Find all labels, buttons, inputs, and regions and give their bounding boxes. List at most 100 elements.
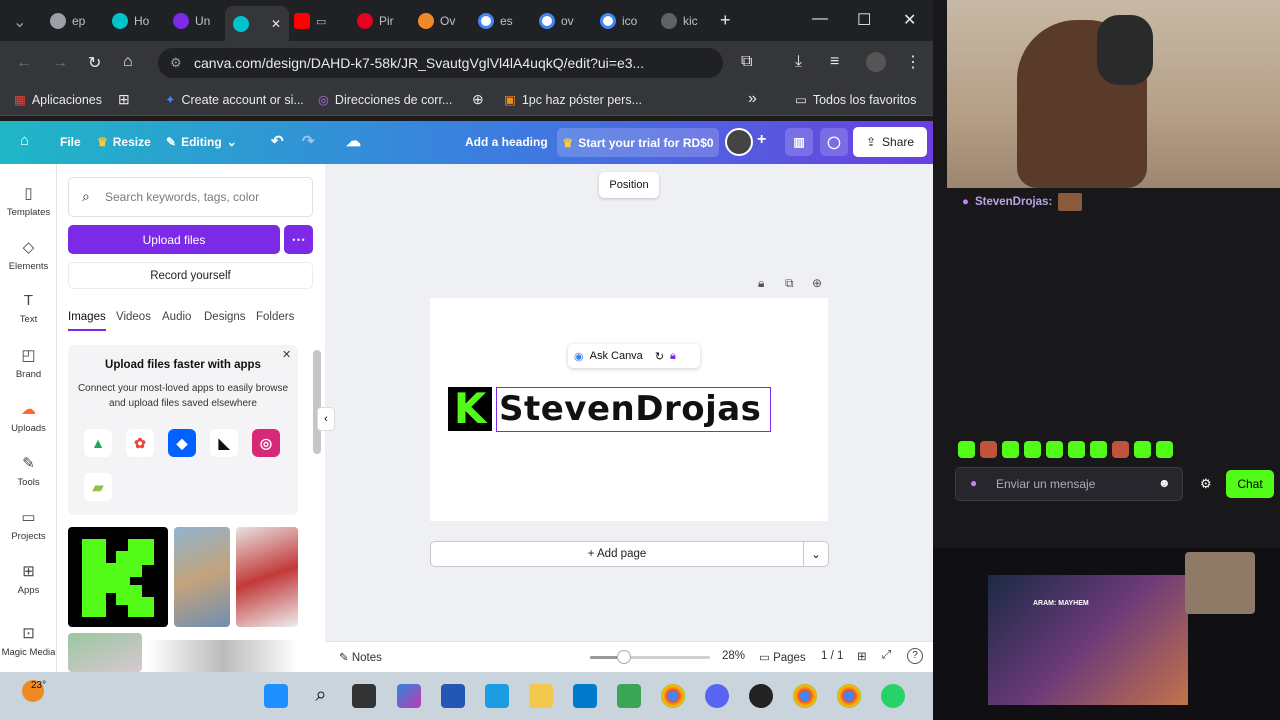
- more-bookmarks-icon[interactable]: »: [748, 90, 757, 108]
- close-window-icon[interactable]: ✕: [903, 10, 916, 30]
- image-thumbnail[interactable]: [68, 633, 142, 672]
- lock-page-icon[interactable]: 🔒︎: [758, 276, 764, 291]
- tab-videos[interactable]: Videos: [116, 311, 151, 323]
- profile-avatar[interactable]: [866, 52, 886, 72]
- minimize-icon[interactable]: —: [812, 10, 828, 28]
- upload-more-options-icon[interactable]: ⋯: [284, 225, 313, 254]
- rail-templates[interactable]: ▯ Templates: [0, 184, 57, 218]
- menu-dots-icon[interactable]: ⋮: [905, 52, 921, 72]
- mail-app-icon[interactable]: [485, 684, 509, 708]
- comment-icon[interactable]: ◯: [820, 128, 848, 156]
- emote-icon[interactable]: [1112, 441, 1129, 458]
- emote-icon[interactable]: [1156, 441, 1173, 458]
- ask-canva-button[interactable]: Ask Canva: [590, 350, 643, 362]
- browser-tab[interactable]: Ho: [112, 8, 149, 34]
- url-bar[interactable]: ⚙ canva.com/design/DAHD-k7-58k/JR_Svautg…: [158, 48, 723, 78]
- discord-icon[interactable]: [705, 684, 729, 708]
- bookmark-create-account[interactable]: ✦ Create account or si...: [165, 92, 304, 108]
- tab-audio[interactable]: Audio: [162, 311, 191, 323]
- chat-send-button[interactable]: Chat: [1226, 470, 1274, 498]
- maximize-icon[interactable]: ☐: [857, 10, 871, 30]
- emote-icon[interactable]: [1090, 441, 1107, 458]
- all-bookmarks[interactable]: ▭ Todos los favoritos: [795, 92, 916, 108]
- emote-icon[interactable]: [980, 441, 997, 458]
- chrome-icon[interactable]: [793, 684, 817, 708]
- vscode-icon[interactable]: [573, 684, 597, 708]
- add-page-icon[interactable]: ⊕: [812, 276, 822, 290]
- rail-uploads[interactable]: ☁ Uploads: [0, 400, 57, 434]
- browser-tab[interactable]: ico: [600, 8, 637, 34]
- emoji-icon[interactable]: ☻: [1158, 476, 1171, 490]
- emote-icon[interactable]: [958, 441, 975, 458]
- design-title[interactable]: Add a heading: [465, 135, 548, 149]
- share-button[interactable]: ⇪ Share: [853, 127, 927, 157]
- rail-magic-media[interactable]: ⊡ Magic Media: [0, 624, 57, 658]
- emote-icon[interactable]: [1134, 441, 1151, 458]
- obs-icon[interactable]: [749, 684, 773, 708]
- home-icon[interactable]: ⌂: [123, 53, 133, 71]
- new-tab-icon[interactable]: +: [720, 10, 731, 31]
- instagram-icon[interactable]: ◎: [252, 429, 280, 457]
- tab-groups-icon[interactable]: ⊞: [118, 91, 130, 108]
- tab-designs[interactable]: Designs: [204, 311, 246, 323]
- google-drive-icon[interactable]: ▲: [84, 429, 112, 457]
- home-icon[interactable]: ⌂: [20, 132, 29, 149]
- tab-folders[interactable]: Folders: [256, 311, 294, 323]
- bookmark-apps[interactable]: ▦ Aplicaciones: [14, 92, 102, 108]
- add-page-button[interactable]: + Add page: [430, 541, 804, 567]
- resize-button[interactable]: ♛ Resize: [97, 135, 151, 149]
- browser-tab[interactable]: ▭: [294, 8, 326, 34]
- reload-icon[interactable]: ↻: [88, 53, 101, 73]
- upload-files-button[interactable]: Upload files: [68, 225, 280, 254]
- redo-icon[interactable]: ↷: [302, 132, 315, 150]
- whatsapp-icon[interactable]: [881, 684, 905, 708]
- google-photos-icon[interactable]: ✿: [126, 429, 154, 457]
- notes-button[interactable]: ✎ Notes: [339, 650, 382, 664]
- kick-logo-thumbnail[interactable]: [68, 527, 168, 627]
- search-input[interactable]: ⌕ Search keywords, tags, color: [68, 177, 313, 217]
- collapse-panel-icon[interactable]: ‹: [317, 407, 335, 431]
- browser-tab[interactable]: Ov: [418, 8, 455, 34]
- media-control-icon[interactable]: ≡: [830, 53, 839, 71]
- tab-search-chevron-icon[interactable]: ⌄: [13, 12, 26, 32]
- store-icon[interactable]: [441, 684, 465, 708]
- search-icon[interactable]: ⌕: [309, 684, 333, 708]
- insights-icon[interactable]: ▥: [785, 128, 813, 156]
- emote-icon[interactable]: [1024, 441, 1041, 458]
- browser-tab[interactable]: ep: [50, 8, 85, 34]
- browser-tab[interactable]: Un: [173, 8, 210, 34]
- rail-tools[interactable]: ✎ Tools: [0, 454, 57, 488]
- forward-icon[interactable]: →: [52, 54, 68, 72]
- rail-projects[interactable]: ▭ Projects: [0, 508, 57, 542]
- file-explorer-icon[interactable]: [529, 684, 553, 708]
- chrome-icon[interactable]: [661, 684, 685, 708]
- add-collaborator-icon[interactable]: +: [757, 131, 766, 149]
- bookmark-direcciones[interactable]: ◎ Direcciones de corr...: [318, 92, 452, 108]
- kick-logo-element[interactable]: K: [448, 387, 492, 431]
- file-menu[interactable]: File: [60, 135, 81, 149]
- rotate-icon[interactable]: ↻: [655, 350, 664, 363]
- shopify-icon[interactable]: ▰: [84, 473, 112, 501]
- dropbox-icon[interactable]: ◆: [168, 429, 196, 457]
- chrome-icon[interactable]: [837, 684, 861, 708]
- m365-icon[interactable]: [397, 684, 421, 708]
- browser-tab-active[interactable]: ✕: [225, 6, 290, 41]
- canvas-text-element[interactable]: StevenDrojas: [496, 387, 771, 432]
- zoom-slider-track[interactable]: [590, 650, 710, 664]
- image-thumbnail[interactable]: [236, 527, 298, 627]
- emote-icon[interactable]: [1002, 441, 1019, 458]
- tab-images[interactable]: Images: [68, 311, 106, 331]
- browser-tab[interactable]: es: [478, 8, 513, 34]
- site-info-icon[interactable]: ⚙: [170, 55, 182, 71]
- grid-view-icon[interactable]: ⊞: [857, 649, 867, 663]
- pages-button[interactable]: ▭ Pages: [759, 650, 806, 664]
- panel-scrollbar[interactable]: [313, 350, 321, 454]
- start-trial-button[interactable]: ♛ Start your trial for RD$0: [557, 128, 719, 157]
- duplicate-page-icon[interactable]: ⧉: [785, 276, 794, 291]
- lock-icon[interactable]: 🔒︎: [670, 350, 676, 363]
- windows-start-icon[interactable]: [264, 684, 288, 708]
- fullscreen-icon[interactable]: ⤢: [882, 649, 891, 662]
- image-thumbnail[interactable]: [148, 640, 298, 672]
- emote-icon[interactable]: [1068, 441, 1085, 458]
- editing-mode-dropdown[interactable]: ✎ Editing ⌄: [166, 135, 237, 149]
